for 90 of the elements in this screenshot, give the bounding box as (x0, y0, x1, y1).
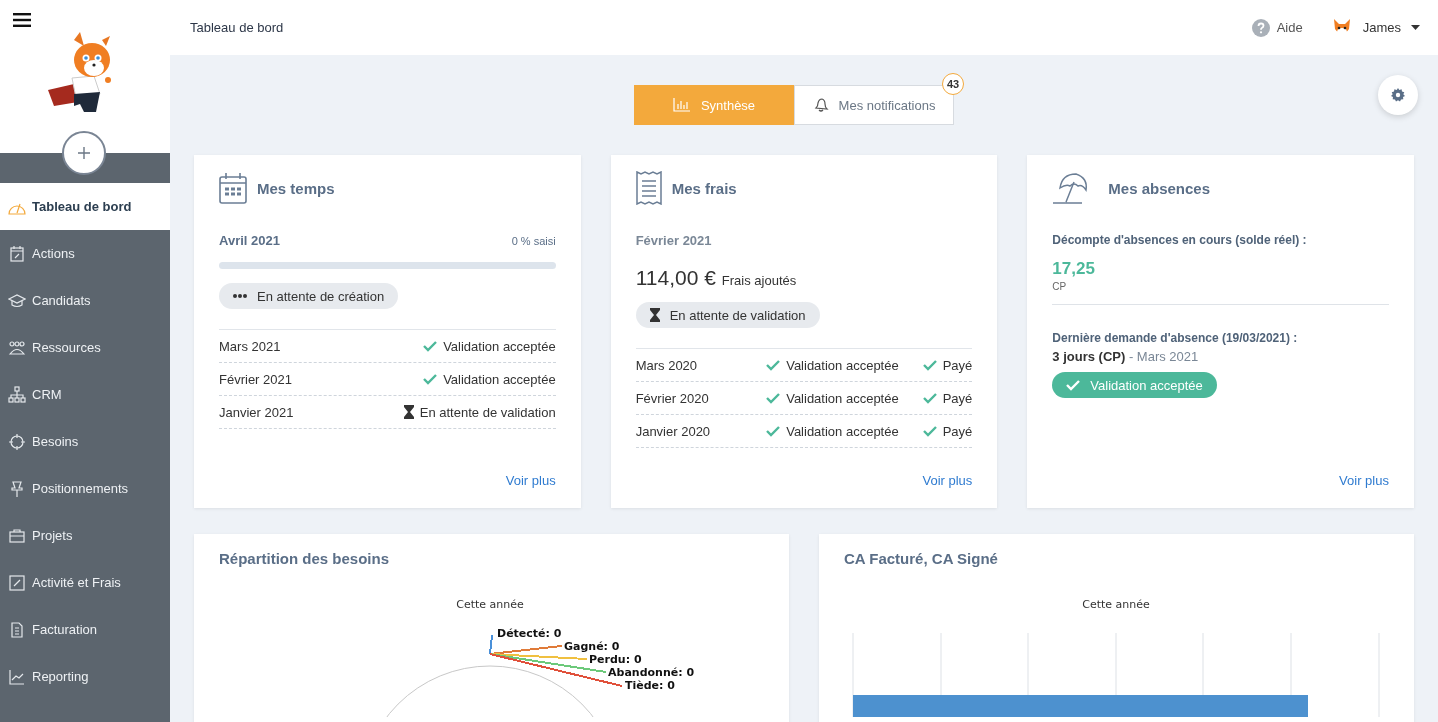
period-label: Avril 2021 (219, 233, 280, 248)
last-request-detail: 3 jours (CP) - Mars 2021 (1052, 349, 1200, 364)
balance-value: 17,25 (1052, 259, 1096, 279)
balance-label: Décompte d'absences en cours (solde réel) : (1052, 233, 1308, 247)
notification-badge: 43 (942, 73, 964, 95)
bar-chart-icon (672, 98, 691, 112)
help-link[interactable]: Aide (1251, 18, 1303, 37)
status-chip: En attente de création (219, 283, 399, 309)
check-icon (423, 373, 438, 385)
period-label: Février 2021 (635, 233, 712, 248)
sidebar-item[interactable]: Candidats (0, 277, 170, 324)
card-title: Mes temps (257, 179, 335, 197)
status-chip: En attente de validation (635, 302, 820, 328)
payment-label: Payé (922, 390, 973, 406)
status-label: Validation acceptée (423, 338, 556, 354)
sidebar-item[interactable]: Ressources (0, 324, 170, 371)
card-title: Mes frais (671, 179, 737, 197)
amount: 114,00 € (635, 266, 716, 290)
document-icon (8, 620, 26, 639)
hierarchy-icon (8, 385, 26, 404)
chart-title: Cette année (456, 598, 524, 611)
settings-button[interactable] (1378, 75, 1418, 115)
month-label: Février 2020 (635, 390, 710, 406)
status-label: En attente de validation (403, 404, 556, 420)
people-icon (8, 338, 26, 357)
card-title: Répartition des besoins (219, 550, 391, 567)
data-label: Perdu: 0 (589, 653, 642, 666)
status-label: Validation acceptée (766, 423, 899, 439)
month-label: Janvier 2021 (219, 404, 294, 420)
see-more-link[interactable]: Voir plus (505, 473, 556, 488)
sidebar-item[interactable]: Facturation (0, 606, 170, 653)
receipt-icon (635, 171, 662, 205)
hourglass-icon (649, 308, 660, 322)
card-title: CA Facturé, CA Signé (844, 550, 999, 567)
pin-icon (8, 479, 26, 498)
progress-label: 0 % saisi (511, 234, 556, 247)
add-button[interactable] (62, 131, 106, 175)
last-request-label: Dernière demande d'absence (19/03/2021) : (1052, 331, 1299, 345)
check-icon (1066, 379, 1081, 391)
chart-icon (8, 667, 26, 686)
dots-icon (233, 294, 247, 298)
data-label: Tiède: 0 (625, 679, 675, 692)
data-label: Détecté: 0 (497, 627, 562, 640)
hourglass-icon (403, 405, 414, 419)
month-label: Mars 2020 (635, 357, 699, 373)
status-label: Validation acceptée (766, 357, 899, 373)
crosshair-icon (8, 432, 26, 451)
month-label: Février 2021 (219, 371, 292, 387)
balance-unit: CP (1052, 281, 1068, 292)
check-icon (922, 425, 937, 437)
briefcase-icon (8, 526, 26, 545)
check-icon (766, 425, 781, 437)
bell-icon (812, 97, 829, 113)
sidebar-item[interactable]: Besoins (0, 418, 170, 465)
check-icon (766, 359, 781, 371)
check-icon (922, 359, 937, 371)
data-label: Gagné: 0 (564, 640, 620, 653)
amount-note: Frais ajoutés (721, 273, 797, 288)
caret-icon (1411, 24, 1420, 31)
sidebar-item[interactable]: Actions (0, 230, 170, 277)
pencil-icon (8, 573, 26, 592)
plus-icon (78, 147, 90, 159)
calendar-icon (8, 244, 26, 263)
sidebar-item[interactable]: Projets (0, 512, 170, 559)
chart-title: Cette année (1082, 598, 1150, 611)
status-chip: Validation acceptée (1052, 372, 1217, 398)
month-label: Janvier 2020 (635, 423, 712, 439)
sidebar-item[interactable]: Tableau de bord (0, 183, 170, 230)
calendar-icon (219, 172, 247, 204)
payment-label: Payé (922, 423, 973, 439)
month-label: Mars 2021 (219, 338, 281, 354)
sidebar-item[interactable]: CRM (0, 371, 170, 418)
status-label: Validation acceptée (423, 371, 556, 387)
help-icon (1251, 18, 1270, 37)
page-title: Tableau de bord (190, 20, 284, 35)
payment-label: Payé (922, 357, 973, 373)
user-menu[interactable]: James (1330, 16, 1420, 39)
check-icon (922, 392, 937, 404)
check-icon (766, 392, 781, 404)
status-label: Validation acceptée (766, 390, 899, 406)
see-more-link[interactable]: Voir plus (1339, 473, 1389, 488)
sidebar-item[interactable]: Activité et Frais (0, 559, 170, 606)
check-icon (423, 340, 438, 352)
card-title: Mes absences (1108, 179, 1211, 197)
sidebar-item[interactable]: Positionnements (0, 465, 170, 512)
see-more-link[interactable]: Voir plus (922, 473, 973, 488)
data-label: Abandonné: 0 (608, 666, 695, 679)
menu-icon[interactable] (13, 13, 31, 27)
settings-icon (1391, 88, 1405, 102)
sidebar-item[interactable]: Reporting (0, 653, 170, 700)
